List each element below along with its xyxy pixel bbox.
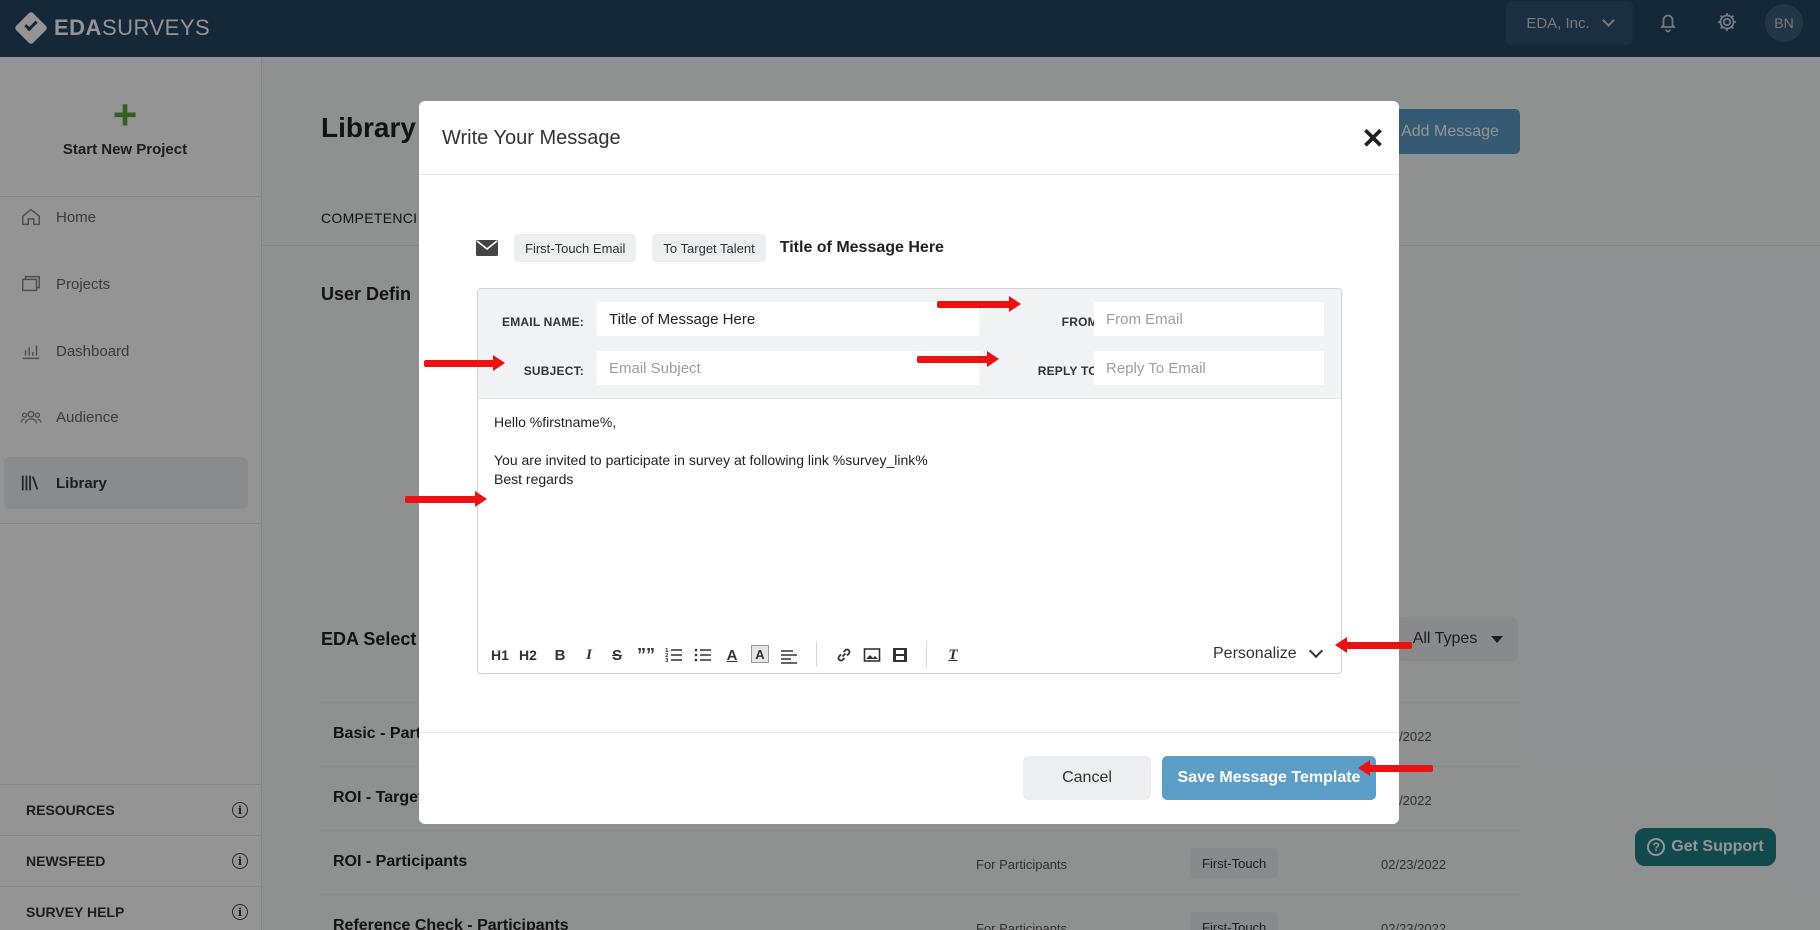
text-color-button[interactable]: A	[723, 645, 741, 665]
annotation-arrow	[937, 296, 1021, 312]
link-icon[interactable]	[835, 645, 853, 665]
divider	[419, 732, 1399, 733]
from-label: FROM:	[1061, 315, 1102, 329]
message-target-chip: To Target Talent	[652, 234, 766, 262]
close-button[interactable]: ✕	[1358, 124, 1388, 154]
annotation-arrow	[917, 351, 999, 367]
email-fields: EMAIL NAME: SUBJECT: FROM: REPLY TO:	[478, 289, 1341, 399]
strikethrough-button[interactable]: S	[608, 645, 626, 665]
editor-toolbar: H1 H2 B I S ”” 123 A A T Personalize	[478, 635, 1341, 673]
italic-button[interactable]: I	[580, 645, 598, 665]
annotation-arrow	[405, 491, 487, 507]
email-name-input[interactable]	[597, 302, 979, 336]
write-message-modal: Write Your Message ✕ First-Touch Email T…	[419, 101, 1399, 824]
message-type-chip: First-Touch Email	[514, 234, 637, 262]
toolbar-divider	[816, 641, 817, 667]
body-line: You are invited to participate in survey…	[494, 452, 928, 468]
cancel-button[interactable]: Cancel	[1023, 756, 1151, 800]
save-message-template-button[interactable]: Save Message Template	[1162, 756, 1376, 800]
from-email-input[interactable]	[1094, 302, 1324, 336]
align-icon[interactable]	[780, 645, 798, 665]
message-body[interactable]: Hello %firstname%, You are invited to pa…	[494, 413, 928, 489]
reply-to-input[interactable]	[1094, 351, 1324, 385]
reply-to-label: REPLY TO:	[1037, 364, 1102, 378]
background-color-button[interactable]: A	[751, 645, 769, 663]
divider	[419, 174, 1399, 175]
personalize-label: Personalize	[1213, 645, 1297, 662]
toolbar-divider	[926, 641, 927, 667]
personalize-dropdown[interactable]: Personalize	[1213, 643, 1323, 665]
heading1-button[interactable]: H1	[491, 645, 509, 665]
message-title: Title of Message Here	[779, 239, 944, 256]
clear-formatting-button[interactable]: T	[944, 645, 962, 665]
message-meta: First-Touch Email To Target Talent Title…	[476, 234, 944, 262]
chevron-down-icon	[1308, 643, 1323, 659]
email-name-label: EMAIL NAME:	[502, 315, 584, 329]
annotation-arrow	[1358, 760, 1433, 776]
envelope-icon	[476, 240, 498, 256]
bullet-list-icon[interactable]	[694, 645, 712, 665]
body-line: Best regards	[494, 471, 574, 487]
heading2-button[interactable]: H2	[519, 645, 537, 665]
quote-button[interactable]: ””	[637, 645, 655, 665]
svg-text:3: 3	[665, 658, 669, 664]
video-icon[interactable]	[891, 645, 909, 665]
bold-button[interactable]: B	[551, 645, 569, 665]
ordered-list-icon[interactable]: 123	[665, 645, 683, 665]
image-icon[interactable]	[863, 645, 881, 665]
body-line: Hello %firstname%,	[494, 414, 617, 430]
annotation-arrow	[424, 355, 505, 371]
message-editor: EMAIL NAME: SUBJECT: FROM: REPLY TO: Hel…	[477, 288, 1342, 674]
modal-title: Write Your Message	[442, 127, 621, 149]
annotation-arrow	[1335, 637, 1412, 653]
